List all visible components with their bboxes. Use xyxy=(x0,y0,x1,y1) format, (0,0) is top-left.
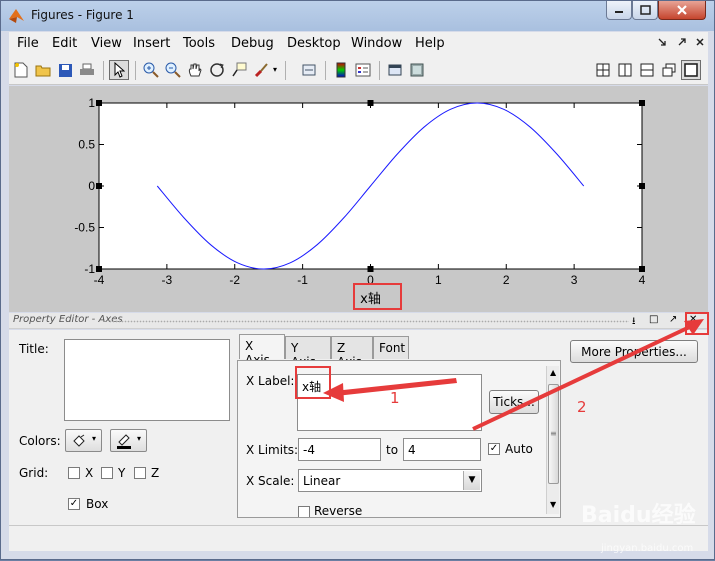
figure-window: Figures - Figure 1 File Edit View Insert… xyxy=(0,0,715,560)
watermark-url: jingyan.baidu.com xyxy=(601,543,694,554)
watermark-logo: Baidu经验 xyxy=(581,503,696,528)
step-number-2: 2 xyxy=(577,398,587,416)
annotation-arrows xyxy=(323,319,704,431)
arrow-1-head xyxy=(323,383,344,402)
step-number-1: 1 xyxy=(390,389,400,407)
